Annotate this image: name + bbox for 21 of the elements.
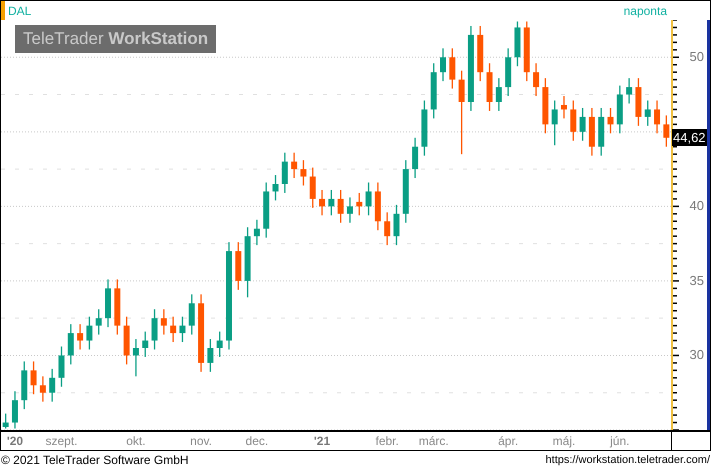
interval-label: naponta bbox=[624, 4, 668, 18]
axis-label: ápr. bbox=[498, 434, 518, 448]
axis-label: 30 bbox=[690, 347, 704, 362]
axis-label: febr. bbox=[376, 434, 399, 448]
axis-label: 35 bbox=[690, 272, 704, 288]
website-link[interactable]: https://workstation.teletrader.com/ bbox=[546, 454, 710, 466]
axis-label: 40 bbox=[690, 198, 704, 214]
price-label: 44,62 bbox=[672, 128, 707, 146]
symbol-label: DAL bbox=[7, 4, 32, 18]
axis-label: okt. bbox=[126, 434, 146, 448]
axis-label: szept. bbox=[45, 434, 78, 448]
axis-label: máj. bbox=[552, 434, 576, 448]
copyright-text: © 2021 TeleTrader Software GmbH bbox=[1, 452, 189, 466]
axis-label: '21 bbox=[314, 434, 330, 448]
axis-label: jún. bbox=[610, 434, 630, 448]
axis-label: nov. bbox=[190, 434, 212, 448]
axis-label: dec. bbox=[246, 434, 268, 448]
axis-label: 50 bbox=[690, 49, 704, 64]
axis-label: márc. bbox=[418, 434, 449, 448]
logo: TeleTrader WorkStation bbox=[15, 25, 216, 53]
axis-label: '20 bbox=[6, 434, 24, 448]
